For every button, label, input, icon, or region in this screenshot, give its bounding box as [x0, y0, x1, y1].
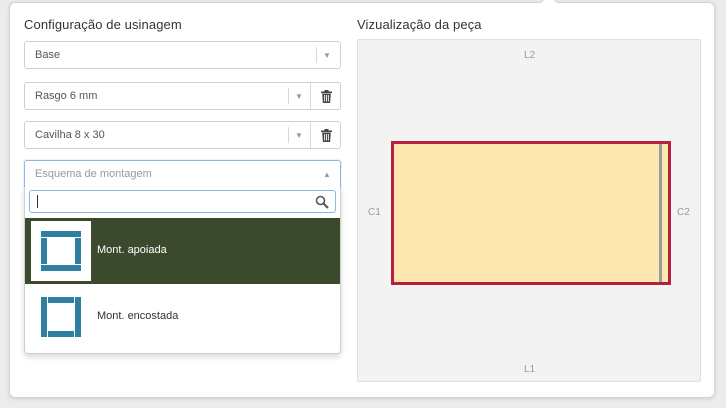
butted-assembly-icon: [41, 297, 81, 337]
supported-assembly-icon: [41, 231, 81, 271]
machining-config-popover: Configuração de usinagem Vizualização da…: [9, 0, 715, 398]
assembly-scheme-select[interactable]: Esquema de montagem ▲: [24, 160, 341, 188]
search-icon: [315, 195, 329, 209]
dowel-select-value: Cavilha 8 x 30: [35, 129, 105, 141]
delete-groove-button[interactable]: [312, 83, 340, 109]
edge-label-l2: L2: [524, 50, 536, 61]
option-mont-apoiada[interactable]: Mont. apoiada: [25, 218, 340, 284]
assembly-scheme-dropdown: Mont. apoiada Mont. encostada: [24, 187, 341, 354]
chevron-down-icon[interactable]: ▼: [288, 122, 310, 148]
piece-shape: [391, 141, 671, 285]
assembly-scheme-placeholder: Esquema de montagem: [35, 168, 152, 180]
dropdown-search-input[interactable]: [29, 190, 336, 213]
dowel-select[interactable]: Cavilha 8 x 30 ▼: [24, 121, 341, 149]
base-select[interactable]: Base ▼: [24, 41, 341, 69]
option-label: Mont. encostada: [97, 310, 179, 322]
delete-dowel-button[interactable]: [312, 122, 340, 148]
piece-preview: L2 C1 C2 L1: [357, 39, 701, 382]
chevron-down-icon[interactable]: ▼: [288, 83, 310, 109]
groove-line: [659, 144, 662, 282]
chevron-down-icon[interactable]: ▼: [316, 42, 338, 68]
chevron-up-icon[interactable]: ▲: [316, 161, 338, 187]
base-select-value: Base: [35, 49, 61, 61]
preview-title: Vizualização da peça: [357, 17, 482, 32]
text-cursor: [37, 195, 38, 208]
edge-label-l1: L1: [524, 364, 536, 375]
edge-label-c2: C2: [677, 207, 690, 218]
trash-icon: [320, 89, 332, 103]
groove-select[interactable]: Rasgo 6 mm ▼: [24, 82, 341, 110]
groove-select-value: Rasgo 6 mm: [35, 90, 98, 102]
option-label: Mont. apoiada: [97, 244, 167, 256]
trash-icon: [320, 128, 332, 142]
option-mont-encostada[interactable]: Mont. encostada: [25, 284, 340, 350]
config-title: Configuração de usinagem: [24, 17, 182, 32]
edge-label-c1: C1: [368, 207, 381, 218]
